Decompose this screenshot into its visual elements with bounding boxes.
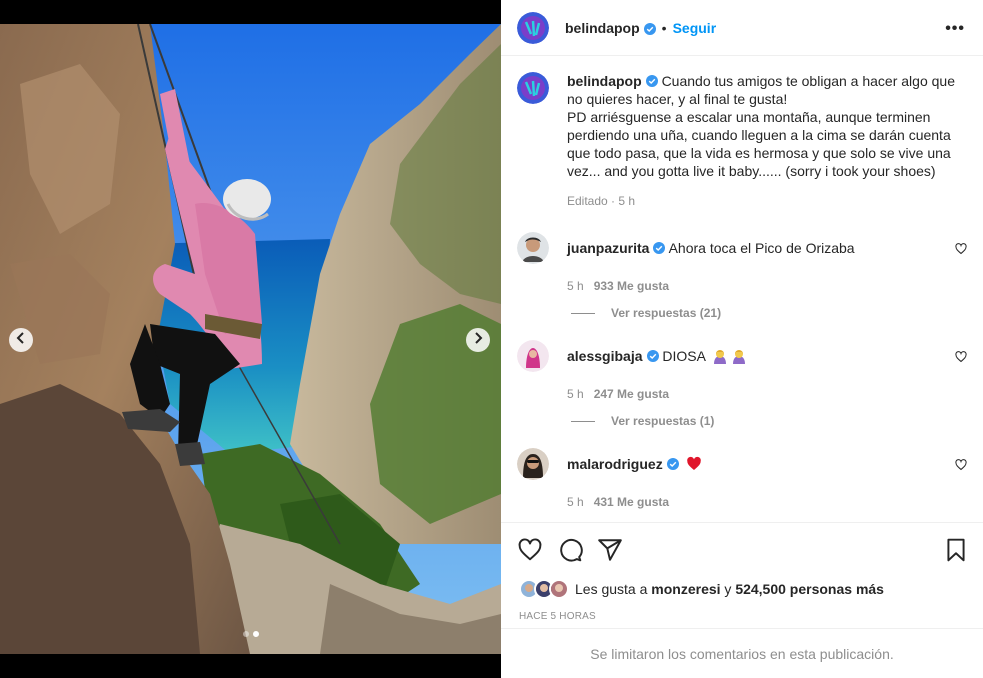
caption-line: vez... and you gotta live it baby...... … (567, 163, 936, 179)
woman-bowing-emoji-icon (712, 348, 728, 364)
comment-time: 5 h (567, 387, 584, 401)
replies-divider (571, 420, 595, 422)
post-modal: belindapop • Seguir ••• belindapop Cuand… (0, 0, 983, 678)
caption-text: belindapop Cuando tus amigos te obligan … (567, 72, 967, 180)
liker-avatars (519, 579, 569, 599)
likes-count[interactable]: 524,500 personas más (735, 581, 884, 597)
caption-line: Cuando tus amigos te obligan a hacer alg… (661, 73, 955, 89)
bookmark-icon[interactable] (943, 537, 969, 563)
post-time[interactable]: HACE 5 HORAS (519, 611, 596, 622)
post-photo[interactable] (0, 24, 501, 654)
chevron-right-icon (472, 332, 484, 348)
commenter-avatar[interactable] (517, 448, 549, 480)
comment-item: juanpazurita Ahora toca el Pico de Oriza… (517, 232, 967, 293)
comment-text: DIOSA (662, 348, 706, 364)
author-username[interactable]: belindapop (565, 20, 640, 36)
author-avatar[interactable] (517, 72, 549, 104)
caption-line: PD arriésguense a escalar una montaña, a… (567, 109, 931, 125)
post-sidebar: belindapop • Seguir ••• belindapop Cuand… (501, 0, 983, 678)
woman-bowing-emoji-icon (731, 348, 747, 364)
comment-item: alessgibaja DIOSA 5 h 247 Me gusta (517, 340, 967, 401)
verified-badge-icon (666, 456, 679, 470)
carousel-indicator (0, 631, 501, 637)
comment-time: 5 h (567, 279, 584, 293)
likes-connector: y (724, 581, 732, 597)
view-replies-label: Ver respuestas (1) (611, 414, 715, 428)
carousel-dot-active (252, 631, 259, 637)
red-heart-emoji-icon (686, 456, 702, 472)
post-caption: belindapop Cuando tus amigos te obligan … (517, 72, 967, 208)
verified-badge-icon (645, 73, 658, 87)
likes-user[interactable]: monzeresi (651, 581, 720, 597)
verified-badge-icon (653, 240, 666, 254)
comment-like-heart-icon[interactable] (955, 458, 967, 471)
verified-badge-icon (646, 348, 659, 362)
comment-likes[interactable]: 431 Me gusta (594, 495, 669, 509)
likes-summary: Les gusta a monzeresi y 524,500 personas… (519, 579, 884, 599)
post-header: belindapop • Seguir ••• (501, 0, 983, 56)
caption-line: que todo pasa, que la vida es hermosa y … (567, 145, 951, 161)
comment-icon[interactable] (557, 537, 583, 563)
follow-button[interactable]: Seguir (673, 20, 717, 36)
comments-limited-notice: Se limitaron los comentarios en esta pub… (501, 628, 983, 678)
replies-divider (571, 312, 595, 314)
carousel-prev-button[interactable] (9, 328, 33, 352)
verified-badge-icon (643, 22, 656, 35)
carousel-next-button[interactable] (466, 328, 490, 352)
caption-username[interactable]: belindapop (567, 73, 642, 89)
caption-line: no quieres hacer, y al final te gusta! (567, 91, 788, 107)
caption-meta: Editado · 5 h (567, 194, 636, 208)
comment-username[interactable]: juanpazurita (567, 240, 649, 256)
comment-likes[interactable]: 247 Me gusta (594, 387, 669, 401)
post-media-panel (0, 0, 501, 678)
commenter-avatar[interactable] (517, 340, 549, 372)
more-options-button[interactable]: ••• (945, 20, 965, 38)
heart-icon[interactable] (517, 537, 543, 563)
chevron-left-icon (15, 332, 27, 348)
share-icon[interactable] (597, 537, 623, 563)
header-separator: • (661, 19, 667, 36)
caption-line: perdiendo una uña, cuando lleguen a la c… (567, 127, 951, 143)
comment-username[interactable]: alessgibaja (567, 348, 643, 364)
carousel-dot (242, 631, 249, 637)
comment-likes[interactable]: 933 Me gusta (594, 279, 669, 293)
comment-time: 5 h (567, 495, 584, 509)
commenter-avatar[interactable] (517, 232, 549, 264)
view-replies-label: Ver respuestas (21) (611, 306, 722, 320)
comment-like-heart-icon[interactable] (955, 242, 967, 255)
view-replies-button[interactable]: Ver respuestas (1) (571, 414, 714, 428)
author-avatar[interactable] (517, 11, 549, 44)
comment-username[interactable]: malarodriguez (567, 456, 663, 472)
liker-avatar[interactable] (549, 579, 569, 599)
likes-prefix: Les gusta a (575, 581, 648, 597)
view-replies-button[interactable]: Ver respuestas (21) (571, 306, 721, 320)
comment-item: malarodriguez 5 h 431 Me gusta (517, 448, 967, 509)
comment-like-heart-icon[interactable] (955, 350, 967, 363)
comment-text: Ahora toca el Pico de Orizaba (668, 240, 855, 256)
post-actions: Les gusta a monzeresi y 524,500 personas… (501, 522, 983, 628)
